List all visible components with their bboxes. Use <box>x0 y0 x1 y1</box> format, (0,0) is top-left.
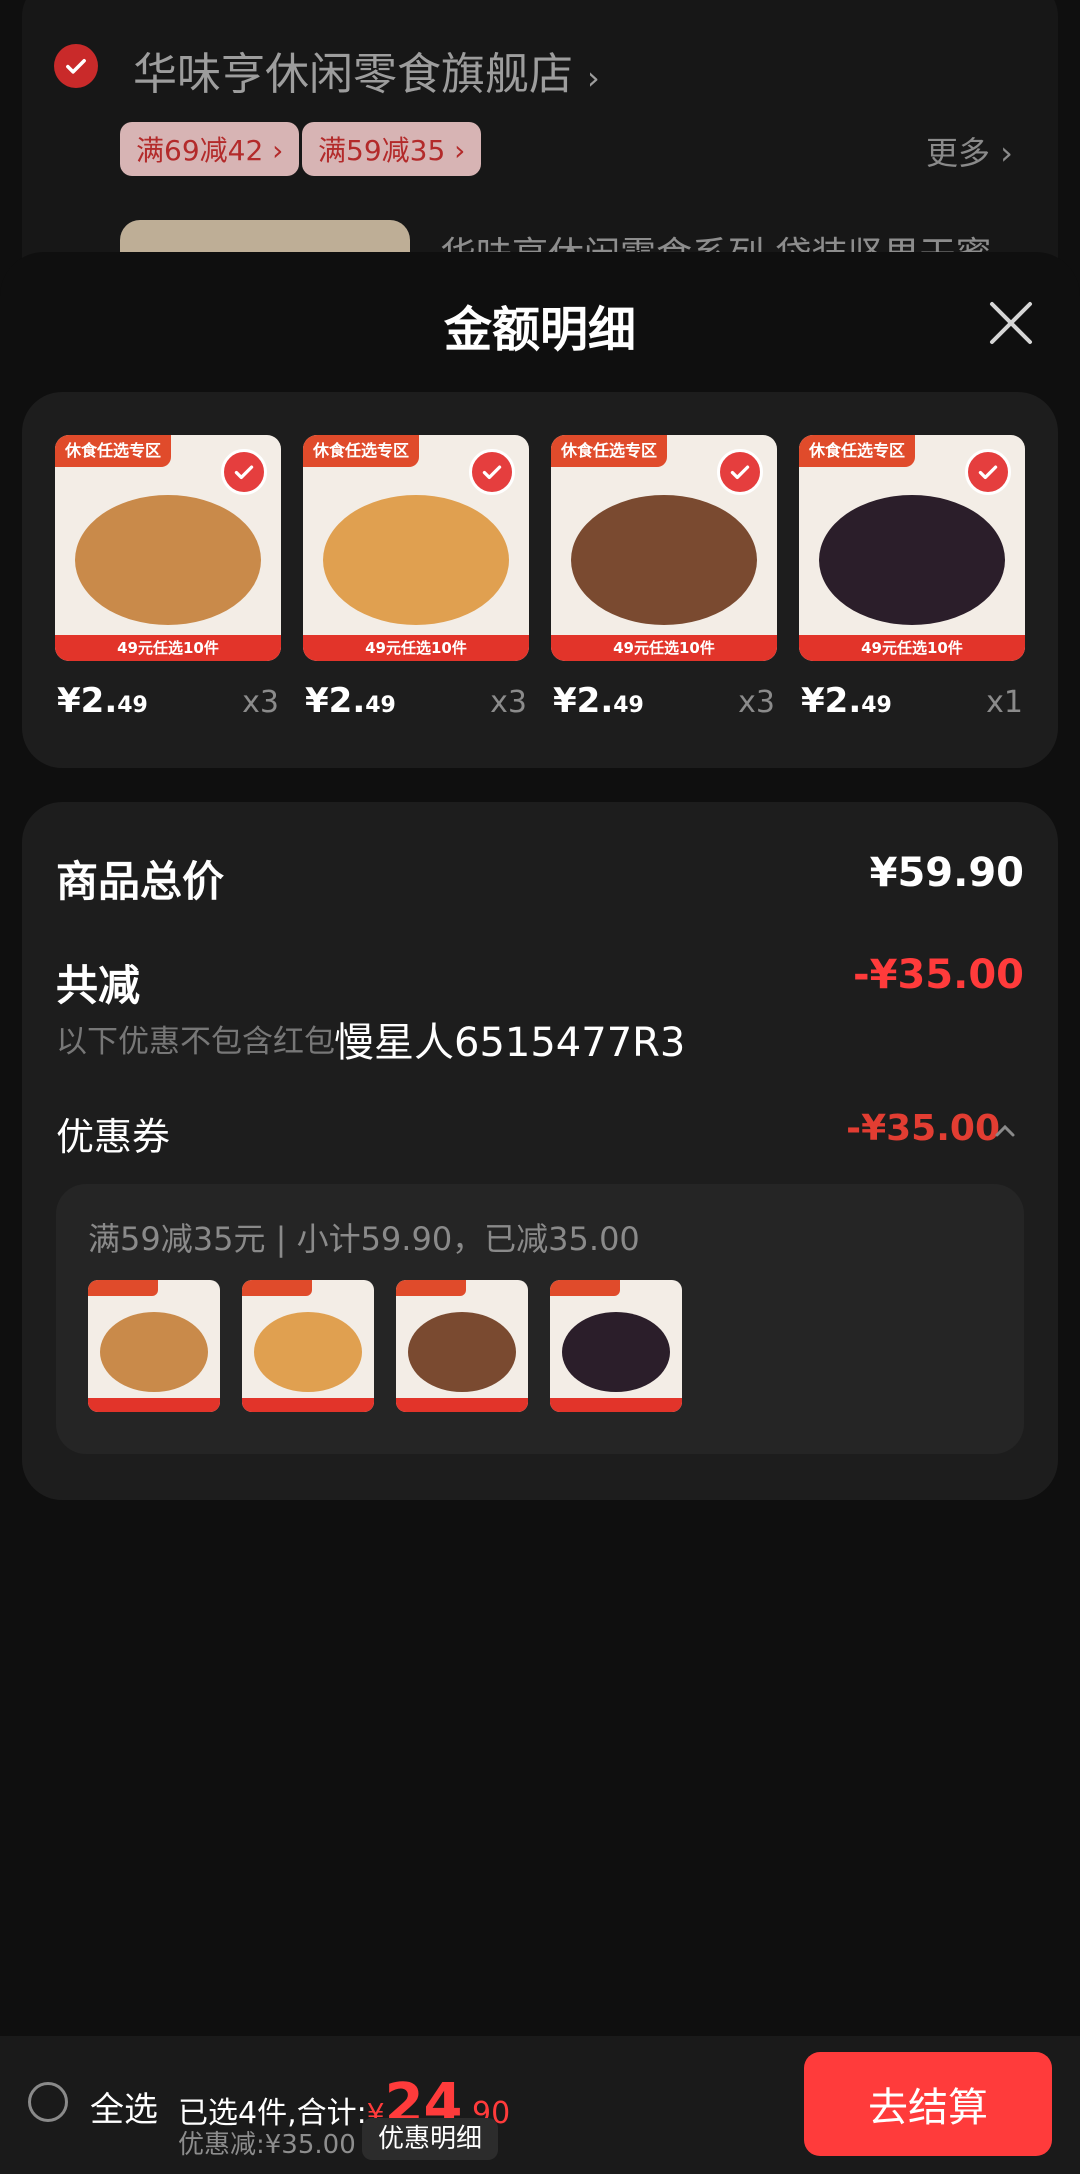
product-tag: 休食任选专区 <box>55 435 172 467</box>
coupon-label: 优惠券 <box>56 1115 171 1159</box>
more-promos-link[interactable]: 更多 › <box>926 128 1013 174</box>
product-image: 休食任选专区 49元任选10件 <box>303 435 529 661</box>
product-badge-decoration <box>396 1398 528 1412</box>
product-tag-decoration <box>242 1280 312 1296</box>
check-icon <box>66 59 86 74</box>
product-price: ¥2.49 <box>801 681 892 721</box>
cashew-image <box>254 1312 362 1392</box>
product-badge-decoration <box>550 1398 682 1412</box>
coupon-product-thumbnail <box>242 1280 374 1412</box>
product-tag: 休食任选专区 <box>799 435 916 467</box>
product-image: 休食任选专区 49元任选10件 <box>551 435 777 661</box>
store-name[interactable]: 华味亨休闲零食旗舰店 › <box>133 38 600 102</box>
coupon-product-thumbnail <box>396 1280 528 1412</box>
total-price-value: ¥59.90 <box>869 850 1024 896</box>
check-icon <box>978 465 998 480</box>
coupon-description: 满59减35元 | 小计59.90，已减35.00 <box>88 1220 640 1258</box>
product-checkbox[interactable] <box>965 449 1011 495</box>
product-image: 休食任选专区 49元任选10件 <box>799 435 1025 661</box>
product-tag-decoration <box>88 1280 158 1296</box>
coupon-value[interactable]: -¥35.00 <box>846 1108 1000 1149</box>
product-badge: 49元任选10件 <box>799 635 1025 661</box>
checkout-button[interactable]: 去结算 <box>804 2052 1052 2156</box>
product-checkbox[interactable] <box>469 449 515 495</box>
walnut-image <box>75 495 261 625</box>
close-icon <box>990 302 1032 344</box>
check-icon <box>482 465 502 480</box>
product-item[interactable]: 休食任选专区 49元任选10件 ¥2.49 x3 <box>551 435 777 721</box>
prune-image <box>562 1312 670 1392</box>
discount-info: 优惠减:¥35.00 <box>178 2130 356 2160</box>
close-button[interactable] <box>988 300 1034 346</box>
check-icon <box>730 465 750 480</box>
product-badge-decoration <box>242 1398 374 1412</box>
product-item[interactable]: 休食任选专区 49元任选10件 ¥2.49 x1 <box>799 435 1025 721</box>
watermark-text: 慢星人6515477R3 <box>334 1020 686 1066</box>
select-all-radio[interactable] <box>28 2082 68 2122</box>
product-price: ¥2.49 <box>305 681 396 721</box>
coupon-product-thumbnail <box>550 1280 682 1412</box>
cashew-image <box>323 495 509 625</box>
product-price: ¥2.49 <box>57 681 148 721</box>
select-all-label[interactable]: 全选 <box>90 2082 158 2131</box>
chevron-up-icon[interactable] <box>994 1120 1016 1142</box>
product-badge: 49元任选10件 <box>55 635 281 661</box>
jerky-image <box>571 495 757 625</box>
product-item[interactable]: 休食任选专区 49元任选10件 ¥2.49 x3 <box>55 435 281 721</box>
product-quantity: x3 <box>738 685 775 720</box>
promo-chip[interactable]: 满59减35 › <box>302 122 482 176</box>
product-tag-decoration <box>396 1280 466 1296</box>
product-price: ¥2.49 <box>553 681 644 721</box>
product-badge-decoration <box>88 1398 220 1412</box>
product-checkbox[interactable] <box>221 449 267 495</box>
product-badge: 49元任选10件 <box>303 635 529 661</box>
product-quantity: x1 <box>986 685 1023 720</box>
product-tag: 休食任选专区 <box>551 435 668 467</box>
product-tag-decoration <box>550 1280 620 1296</box>
jerky-image <box>408 1312 516 1392</box>
product-checkbox[interactable] <box>717 449 763 495</box>
walnut-image <box>100 1312 208 1392</box>
total-discount-value: -¥35.00 <box>853 952 1024 998</box>
product-image: 休食任选专区 49元任选10件 <box>55 435 281 661</box>
prune-image <box>819 495 1005 625</box>
product-quantity: x3 <box>242 685 279 720</box>
product-item[interactable]: 休食任选专区 49元任选10件 ¥2.49 x3 <box>303 435 529 721</box>
total-price-label: 商品总价 <box>56 857 225 906</box>
store-checkbox[interactable] <box>54 44 98 88</box>
product-badge: 49元任选10件 <box>551 635 777 661</box>
sheet-title: 金额明细 <box>443 302 636 358</box>
discount-note: 以下优惠不包含红包 <box>56 1024 335 1060</box>
product-tag: 休食任选专区 <box>303 435 420 467</box>
discount-detail-button[interactable]: 优惠明细 <box>362 2118 499 2160</box>
check-icon <box>234 465 254 480</box>
product-quantity: x3 <box>490 685 527 720</box>
promo-chip[interactable]: 满69减42 › <box>120 122 300 176</box>
coupon-product-thumbnail <box>88 1280 220 1412</box>
total-discount-label: 共减 <box>56 961 141 1010</box>
